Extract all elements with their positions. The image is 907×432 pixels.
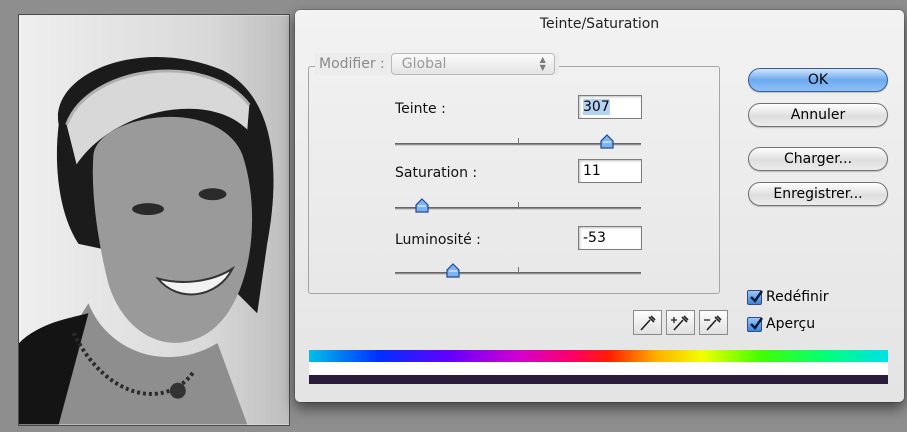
saturation-slider[interactable]	[395, 198, 641, 218]
lightness-slider[interactable]	[395, 263, 641, 283]
eyedropper-button[interactable]	[633, 310, 662, 335]
modifier-label: Modifier :	[319, 56, 385, 72]
hue-saturation-dialog: Teinte/Saturation Modifier : Global ▲ ▼ T…	[295, 10, 904, 402]
saturation-input[interactable]: 11	[578, 159, 642, 183]
modifier-select-value: Global	[401, 56, 447, 72]
hue-input[interactable]: 307	[578, 95, 642, 119]
colorize-row[interactable]: Redéfinir	[747, 287, 829, 307]
preview-checkbox[interactable]	[747, 316, 764, 332]
preview-label: Aperçu	[766, 316, 816, 332]
input-spectrum-bar	[309, 350, 888, 362]
adjustment-group-box	[308, 66, 720, 294]
lightness-slider-knob[interactable]	[445, 263, 461, 279]
load-button[interactable]: Charger...	[748, 147, 888, 171]
photo-preview	[18, 14, 290, 426]
lightness-input[interactable]: -53	[578, 226, 642, 250]
output-spectrum-bar	[309, 375, 888, 384]
colorize-label: Redéfinir	[766, 289, 829, 305]
eyedropper-plus-icon	[671, 315, 689, 331]
spectrum-divider	[309, 362, 888, 375]
eyedropper-minus-button[interactable]	[699, 310, 728, 335]
lightness-label: Luminosité :	[395, 232, 481, 248]
modifier-select[interactable]: Global ▲ ▼	[390, 53, 555, 75]
saturation-label: Saturation :	[395, 165, 478, 181]
hue-slider[interactable]	[395, 134, 641, 154]
hue-slider-knob[interactable]	[599, 134, 615, 150]
modifier-row: Modifier : Global ▲ ▼	[315, 53, 559, 75]
dialog-title: Teinte/Saturation	[539, 16, 660, 32]
colorize-checkbox[interactable]	[747, 289, 764, 305]
ok-button[interactable]: OK	[748, 68, 888, 92]
preview-row[interactable]: Aperçu	[747, 314, 815, 334]
eyedropper-minus-icon	[704, 315, 722, 331]
saturation-slider-knob[interactable]	[414, 198, 430, 214]
eyedropper-icon	[640, 315, 656, 331]
eyedropper-plus-button[interactable]	[666, 310, 695, 335]
cancel-button[interactable]: Annuler	[748, 103, 888, 127]
save-button[interactable]: Enregistrer...	[748, 182, 888, 206]
hue-label: Teinte :	[395, 101, 446, 117]
chevron-up-down-icon: ▲ ▼	[539, 55, 546, 72]
